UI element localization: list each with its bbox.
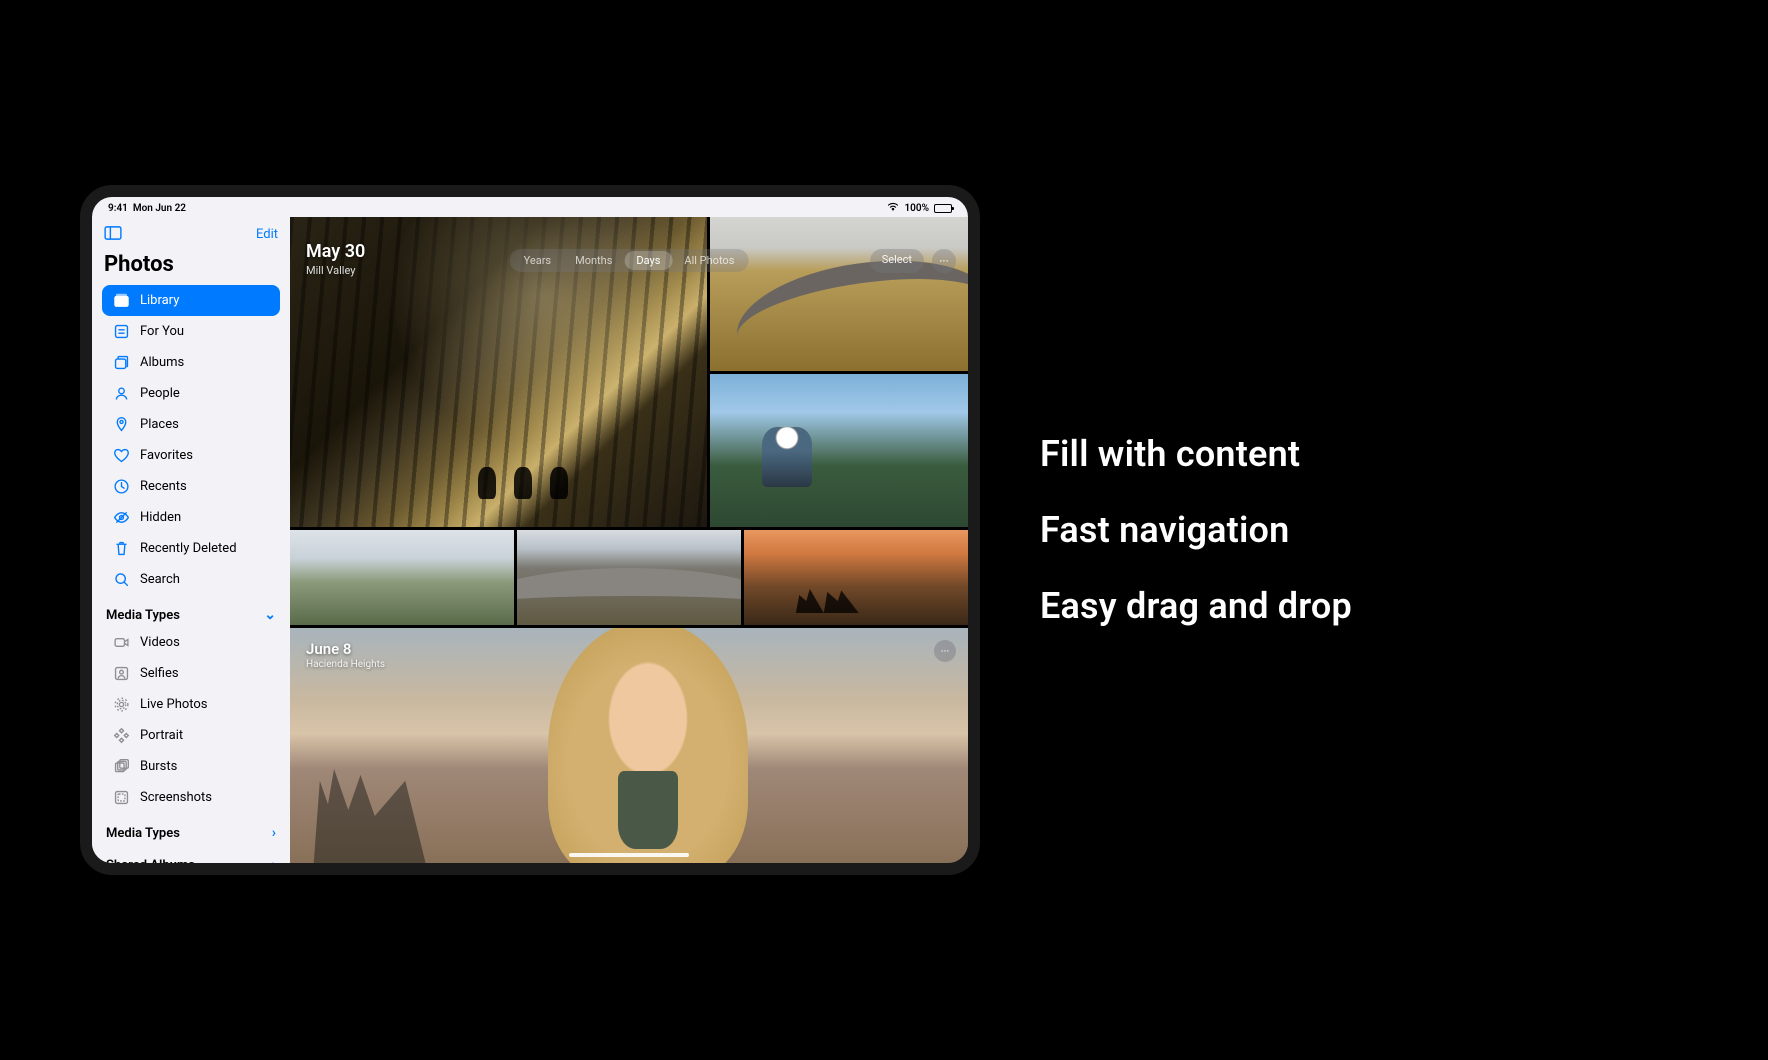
- sidebar-item-label: Live Photos: [140, 697, 208, 712]
- sidebar-item-label: Hidden: [140, 510, 181, 525]
- group-date: June 8: [306, 640, 385, 658]
- sidebar-toggle-icon[interactable]: [104, 225, 122, 244]
- more-button[interactable]: ···: [934, 640, 956, 662]
- sidebar-item-people[interactable]: People: [102, 378, 280, 409]
- section-title: Media Types: [106, 608, 180, 623]
- clock-icon: [112, 478, 130, 495]
- selfie-icon: [112, 665, 130, 682]
- status-date: Mon Jun 22: [133, 203, 186, 214]
- albums-icon: [112, 354, 130, 371]
- video-icon: [112, 634, 130, 651]
- sidebar-item-label: Search: [140, 572, 180, 587]
- sidebar-item-library[interactable]: Library: [102, 285, 280, 316]
- foryou-icon: [112, 323, 130, 340]
- section-media-types-2[interactable]: Media Types ›: [102, 813, 280, 845]
- time-segmented-control: YearsMonthsDaysAll Photos: [510, 249, 749, 272]
- photo-thumbnail[interactable]: [290, 530, 514, 625]
- sidebar-item-selfies[interactable]: Selfies: [102, 658, 280, 689]
- wifi-icon: [887, 202, 899, 214]
- status-left: 9:41 Mon Jun 22: [108, 203, 186, 214]
- group-label: June 8 Hacienda Heights: [306, 640, 385, 670]
- ipad-screen: 9:41 Mon Jun 22 100% Edit Photos Librar: [92, 197, 968, 863]
- sidebar-item-label: Videos: [140, 635, 180, 650]
- section-media-types[interactable]: Media Types ⌄: [102, 595, 280, 627]
- more-button[interactable]: ···: [932, 249, 956, 273]
- sidebar-item-label: Screenshots: [140, 790, 212, 805]
- sidebar-item-videos[interactable]: Videos: [102, 627, 280, 658]
- group-location: Mill Valley: [306, 264, 365, 277]
- group-location: Hacienda Heights: [306, 659, 385, 670]
- chevron-down-icon: ⌄: [264, 607, 276, 623]
- status-right: 100%: [887, 202, 952, 214]
- select-button[interactable]: Select: [870, 249, 924, 273]
- heart-icon: [112, 447, 130, 464]
- segment-all-photos[interactable]: All Photos: [672, 251, 746, 270]
- segment-years[interactable]: Years: [512, 251, 563, 270]
- photo-thumbnail[interactable]: [517, 530, 741, 625]
- sidebar-item-places[interactable]: Places: [102, 409, 280, 440]
- eye-off-icon: [112, 509, 130, 526]
- photo-grid: YearsMonthsDaysAll Photos Select ··· May…: [290, 217, 968, 863]
- sidebar-item-search[interactable]: Search: [102, 564, 280, 595]
- sidebar-item-label: Library: [140, 293, 179, 308]
- section-title: Shared Albums: [106, 858, 195, 864]
- section-shared-albums[interactable]: Shared Albums ›: [102, 845, 280, 863]
- portrait-icon: [112, 727, 130, 744]
- sidebar-item-label: Selfies: [140, 666, 179, 681]
- library-icon: [112, 292, 130, 309]
- edit-button[interactable]: Edit: [256, 227, 278, 242]
- places-icon: [112, 416, 130, 433]
- ipad-device-frame: 9:41 Mon Jun 22 100% Edit Photos Librar: [80, 185, 980, 875]
- sidebar-item-favorites[interactable]: Favorites: [102, 440, 280, 471]
- photo-hero[interactable]: June 8 Hacienda Heights ···: [290, 628, 968, 863]
- sidebar-item-bursts[interactable]: Bursts: [102, 751, 280, 782]
- sidebar-item-albums[interactable]: Albums: [102, 347, 280, 378]
- headline: Fast navigation: [1040, 509, 1352, 551]
- sidebar-item-recently-deleted[interactable]: Recently Deleted: [102, 533, 280, 564]
- status-time: 9:41: [108, 203, 128, 214]
- battery-percent: 100%: [904, 203, 929, 214]
- people-icon: [112, 385, 130, 402]
- sidebar-item-recents[interactable]: Recents: [102, 471, 280, 502]
- headline: Fill with content: [1040, 433, 1352, 475]
- sidebar-item-label: Recents: [140, 479, 187, 494]
- feature-headlines: Fill with content Fast navigation Easy d…: [1040, 433, 1352, 627]
- status-bar: 9:41 Mon Jun 22 100%: [92, 197, 968, 217]
- search-icon: [112, 571, 130, 588]
- sidebar-item-label: Favorites: [140, 448, 193, 463]
- sidebar-item-hidden[interactable]: Hidden: [102, 502, 280, 533]
- trash-icon: [112, 540, 130, 557]
- sidebar-item-portrait[interactable]: Portrait: [102, 720, 280, 751]
- segment-months[interactable]: Months: [563, 251, 624, 270]
- sidebar-item-label: Bursts: [140, 759, 177, 774]
- burst-icon: [112, 758, 130, 775]
- chevron-right-icon: ›: [272, 825, 276, 841]
- sidebar-item-label: Albums: [140, 355, 184, 370]
- group-date: May 30: [306, 241, 365, 262]
- photo-thumbnail[interactable]: [744, 530, 968, 625]
- sidebar-item-label: People: [140, 386, 180, 401]
- sidebar-item-label: Places: [140, 417, 179, 432]
- live-icon: [112, 696, 130, 713]
- battery-icon: [934, 204, 952, 213]
- sidebar: Edit Photos Library For You Albums People Pl…: [92, 217, 290, 863]
- headline: Easy drag and drop: [1040, 585, 1352, 627]
- photo-thumbnail[interactable]: [710, 374, 968, 528]
- home-indicator[interactable]: [569, 853, 689, 857]
- sidebar-item-label: Recently Deleted: [140, 541, 237, 556]
- segment-days[interactable]: Days: [624, 251, 672, 270]
- screenshot-icon: [112, 789, 130, 806]
- group-label: May 30 Mill Valley: [306, 241, 365, 277]
- chevron-right-icon: ›: [272, 857, 276, 863]
- sidebar-item-for-you[interactable]: For You: [102, 316, 280, 347]
- photo-thumbnail[interactable]: [710, 217, 968, 371]
- sidebar-item-live-photos[interactable]: Live Photos: [102, 689, 280, 720]
- app-title: Photos: [102, 250, 280, 285]
- sidebar-item-label: For You: [140, 324, 184, 339]
- section-title: Media Types: [106, 826, 180, 841]
- sidebar-item-label: Portrait: [140, 728, 183, 743]
- sidebar-item-screenshots[interactable]: Screenshots: [102, 782, 280, 813]
